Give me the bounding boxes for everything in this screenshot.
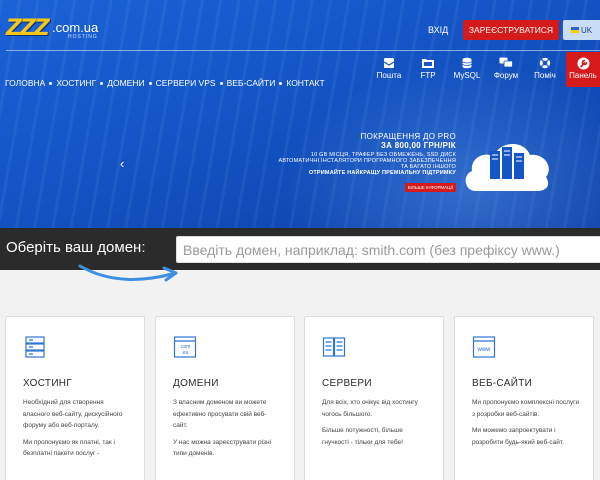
nav-separator — [279, 81, 283, 85]
forum-icon — [499, 57, 513, 68]
logo-domain: .com.ua — [52, 20, 99, 35]
tool-mail[interactable]: Пошта — [372, 57, 406, 85]
tool-mysql-label: MySQL — [453, 71, 481, 80]
tool-forum[interactable]: Форум — [489, 57, 523, 85]
nav-item-domains[interactable]: ДОМЕНИ — [107, 78, 144, 88]
card-title: СЕРВЕРИ — [322, 378, 372, 389]
nav-separator — [100, 81, 104, 85]
database-icon — [462, 57, 472, 69]
svg-text:www: www — [477, 347, 492, 353]
tool-mysql[interactable]: MySQL — [450, 57, 484, 85]
card-text: Ми пропонуємо комплексні послуги з розро… — [472, 397, 580, 453]
card-paragraph: Для всіх, хто очікує від хостингу чогось… — [322, 399, 418, 418]
service-card-hosting[interactable]: ХОСТИНГ Необхідний для створення власног… — [5, 316, 145, 480]
card-title: ХОСТИНГ — [23, 378, 73, 389]
promo-feature-2: АВТОМАТИЧНІ ІНСТАЛЯТОРИ ПРОГРАМНОГО ЗАБЕ… — [278, 158, 456, 170]
tool-panel[interactable]: Панель — [566, 52, 600, 87]
curved-arrow-icon — [78, 264, 178, 282]
tool-ftp[interactable]: FTP — [411, 57, 445, 85]
domain-search-input[interactable] — [176, 236, 600, 263]
servers-icon — [322, 337, 346, 357]
nav-separator — [148, 81, 152, 85]
card-title: ДОМЕНИ — [173, 378, 219, 389]
nav-item-hosting[interactable]: ХОСТИНГ — [56, 78, 96, 88]
nav-item-home[interactable]: ГОЛОВНА — [5, 78, 45, 88]
language-code: UK — [580, 25, 593, 35]
promo-more-button[interactable]: БІЛЬШЕ ІНФОРМАЦІЇ — [404, 183, 456, 192]
carousel-prev-icon[interactable]: ‹ — [120, 156, 124, 171]
promo-slide: ПОКРАЩЕННЯ ДО PRO ЗА 800,00 ГРН/РІК 10 G… — [270, 132, 456, 194]
nav-item-vps[interactable]: СЕРВЕРИ VPS — [156, 78, 216, 88]
card-paragraph: Ми пропонуємо як платні, так і безплатні… — [23, 438, 115, 458]
nav-separator — [219, 81, 223, 85]
logo-subtitle: HOSTING — [68, 34, 98, 40]
card-text: З власним доменом ви можете ефективно пр… — [173, 397, 281, 465]
tool-help-label: Поміч — [534, 71, 556, 80]
mail-icon — [383, 58, 395, 68]
server-list-icon — [25, 336, 45, 358]
tool-mail-label: Пошта — [376, 71, 402, 80]
logo-brand: ZZZ — [6, 16, 50, 41]
service-card-domains[interactable]: .com .eu ДОМЕНИ З власним доменом ви мож… — [155, 316, 295, 480]
ukraine-flag-icon — [570, 27, 579, 33]
card-text: Для всіх, хто очікує від хостингу чогось… — [322, 397, 430, 453]
register-button[interactable]: ЗАРЕЄСТРУВАТИСЯ — [463, 20, 559, 40]
domain-icon: .com .eu — [173, 336, 197, 358]
card-paragraph: У нас можна зареєструвати різні типи дом… — [173, 438, 272, 458]
cloud-servers-icon — [465, 143, 549, 191]
nav-separator — [49, 81, 53, 85]
promo-title: ПОКРАЩЕННЯ ДО PRO — [360, 132, 456, 141]
folder-icon — [422, 59, 434, 68]
nav-item-websites[interactable]: ВЕБ-САЙТИ — [227, 78, 276, 88]
tool-panel-label: Панель — [569, 71, 597, 80]
card-paragraph: Більше потужності, більше гнучкості - ті… — [322, 427, 403, 446]
svg-text:.eu: .eu — [182, 350, 189, 356]
service-card-servers[interactable]: СЕРВЕРИ Для всіх, хто очікує від хостинг… — [304, 316, 444, 480]
main-navigation: ГОЛОВНА ХОСТИНГ ДОМЕНИ СЕРВЕРИ VPS ВЕБ-С… — [5, 78, 325, 88]
lifebuoy-icon — [539, 57, 551, 69]
tool-ftp-label: FTP — [420, 71, 436, 80]
header-divider — [6, 50, 600, 51]
card-text: Необхідний для створення власного веб-са… — [23, 397, 131, 465]
www-icon: www — [472, 336, 496, 358]
domain-search-label: Оберіть ваш домен: — [6, 239, 146, 256]
service-card-websites[interactable]: www ВЕБ-САЙТИ Ми пропонуємо комплексні п… — [454, 316, 594, 480]
wrench-icon — [577, 57, 589, 70]
card-title: ВЕБ-САЙТИ — [472, 378, 533, 389]
language-selector[interactable]: UK — [563, 20, 600, 40]
site-logo[interactable]: ZZZ .com.ua HOSTING — [6, 14, 108, 42]
promo-feature-3: ОТРИМАЙТЕ НАЙКРАЩУ ПРЕМІАЛЬНУ ПІДТРИМКУ — [308, 170, 456, 176]
tool-help[interactable]: Поміч — [528, 57, 562, 85]
promo-price: ЗА 800,00 ГРН/РІК — [380, 141, 456, 150]
login-link[interactable]: ВХІД — [428, 25, 448, 35]
card-paragraph: З власним доменом ви можете ефективно пр… — [173, 399, 267, 429]
card-paragraph: Необхідний для створення власного веб-са… — [23, 399, 123, 429]
tool-forum-label: Форум — [493, 71, 519, 80]
card-paragraph: Ми пропонуємо комплексні послуги з розро… — [472, 399, 580, 418]
nav-item-contact[interactable]: КОНТАКТ — [286, 78, 324, 88]
card-paragraph: Ми можемо запроектувати і розробити будь… — [472, 427, 564, 446]
